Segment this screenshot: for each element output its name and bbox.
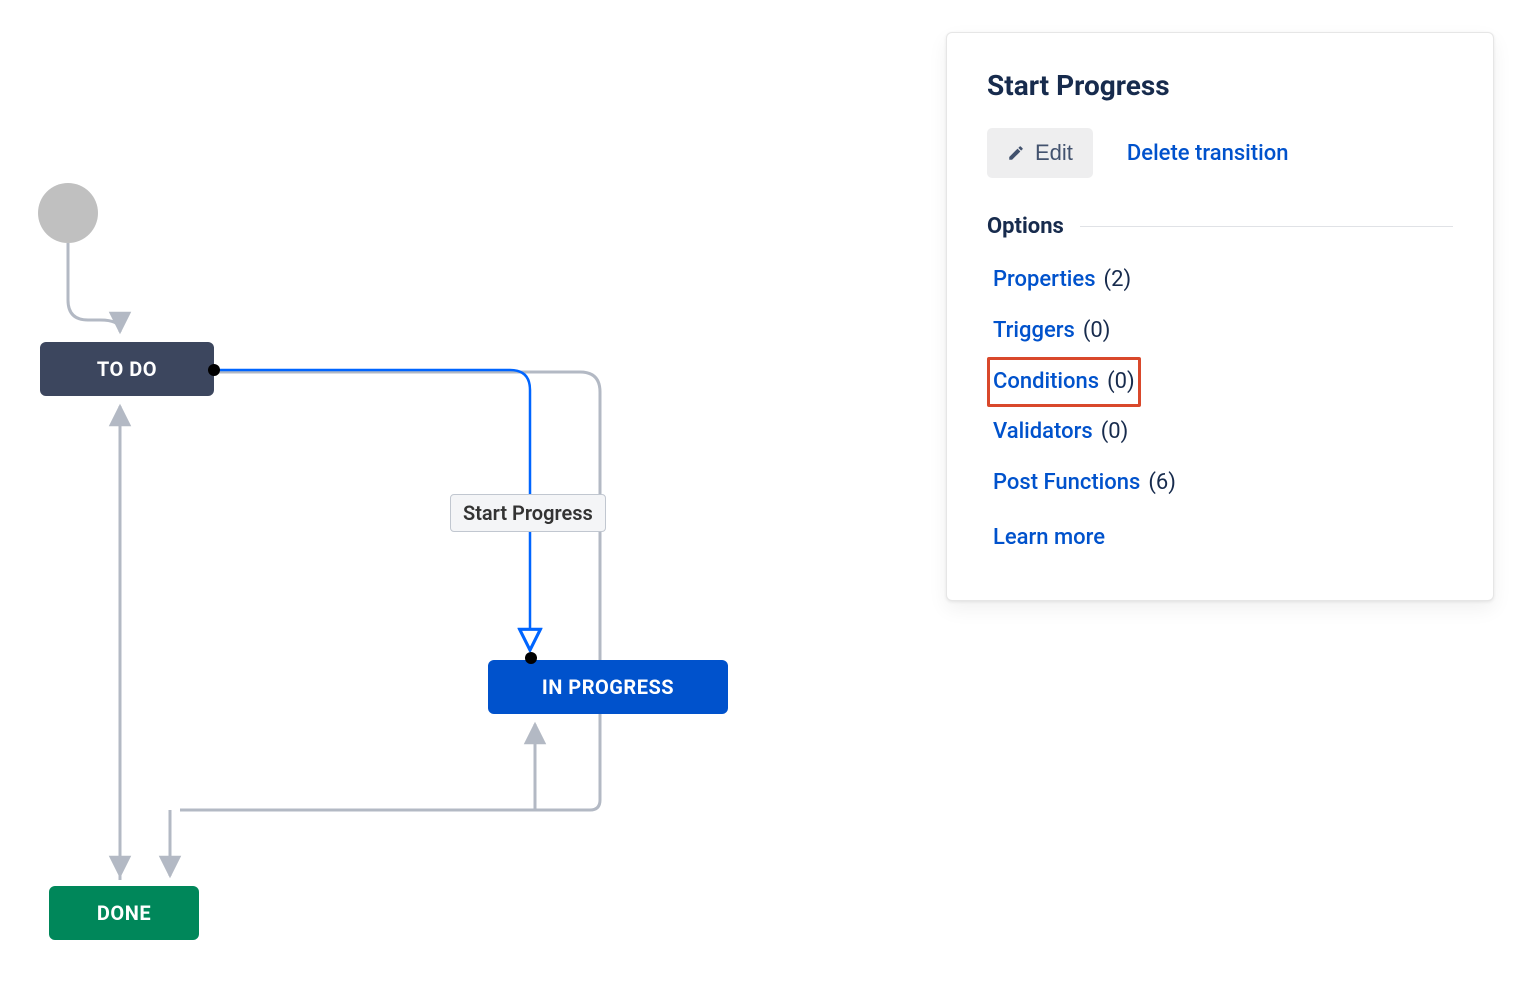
status-node-inprogress[interactable]: IN PROGRESS	[488, 660, 728, 714]
status-node-label: IN PROGRESS	[542, 675, 674, 699]
option-count: (0)	[1083, 316, 1111, 347]
option-link: Properties	[993, 265, 1096, 296]
status-node-done[interactable]: DONE	[49, 886, 199, 940]
status-node-todo[interactable]: TO DO	[40, 342, 214, 396]
option-count: (0)	[1101, 417, 1129, 448]
workflow-start-node[interactable]	[38, 183, 98, 243]
option-link: Post Functions	[993, 468, 1140, 499]
option-triggers[interactable]: Triggers (0)	[987, 306, 1453, 357]
learn-more-row: Learn more	[987, 519, 1453, 556]
transition-details-panel: Start Progress Edit Delete transition Op…	[946, 32, 1494, 601]
option-post-functions[interactable]: Post Functions (6)	[987, 458, 1453, 509]
options-header: Options	[987, 214, 1453, 239]
option-count: (2)	[1104, 265, 1132, 296]
option-conditions[interactable]: Conditions (0)	[987, 357, 1141, 408]
option-link: Triggers	[993, 316, 1075, 347]
options-header-rule	[1080, 226, 1453, 227]
panel-title: Start Progress	[987, 69, 1453, 102]
workflow-diagram: TO DO IN PROGRESS DONE Start Progress	[0, 0, 900, 990]
option-properties[interactable]: Properties (2)	[987, 255, 1453, 306]
pencil-icon	[1007, 144, 1025, 162]
option-count: (6)	[1148, 468, 1176, 499]
edit-button-label: Edit	[1035, 140, 1073, 166]
transition-label-text: Start Progress	[463, 501, 593, 525]
status-node-label: DONE	[97, 901, 151, 925]
edit-button[interactable]: Edit	[987, 128, 1093, 178]
delete-transition-link[interactable]: Delete transition	[1127, 141, 1289, 166]
option-validators[interactable]: Validators (0)	[987, 407, 1453, 458]
option-count: (0)	[1107, 367, 1135, 398]
connector-dot	[208, 364, 220, 376]
status-node-label: TO DO	[97, 357, 157, 381]
panel-actions: Edit Delete transition	[987, 128, 1453, 178]
connector-dot	[525, 652, 537, 664]
option-link: Conditions	[993, 367, 1099, 398]
options-list: Properties (2) Triggers (0) Conditions (…	[987, 255, 1453, 509]
option-link: Validators	[993, 417, 1093, 448]
options-header-label: Options	[987, 214, 1064, 239]
learn-more-link[interactable]: Learn more	[993, 525, 1105, 550]
transition-label-start-progress[interactable]: Start Progress	[450, 494, 606, 532]
